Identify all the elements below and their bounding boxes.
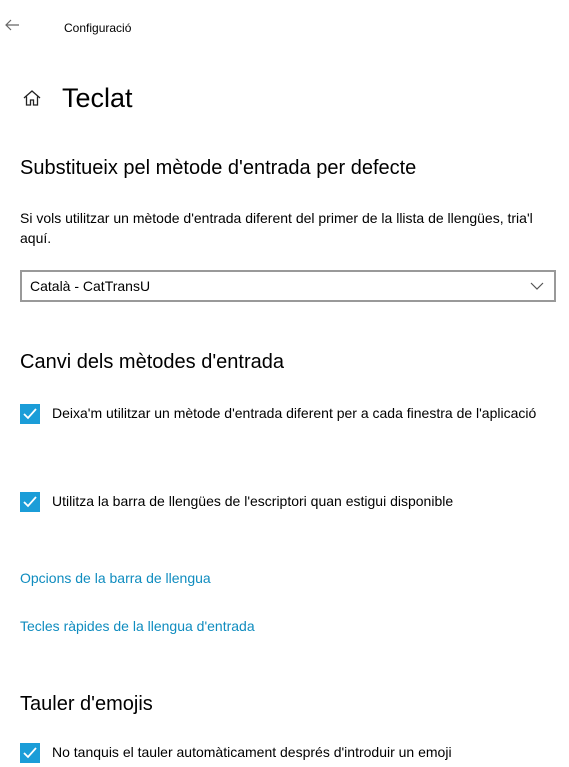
checkmark-icon (23, 408, 37, 420)
back-arrow-icon (4, 18, 26, 32)
override-description: Si vols utilitzar un mètode d'entrada di… (20, 210, 533, 246)
title-bar: Configuració (0, 0, 569, 40)
emoji-panel-checkbox[interactable] (20, 743, 40, 763)
per-app-input-checkbox[interactable] (20, 404, 40, 424)
page-header: Teclat (22, 78, 133, 118)
dropdown-selected-value: Català - CatTransU (30, 278, 151, 294)
input-method-dropdown[interactable]: Català - CatTransU (20, 270, 556, 302)
back-button[interactable] (4, 18, 26, 38)
switching-section-title: Canvi dels mètodes d'entrada (20, 351, 284, 373)
emoji-panel-checkbox-row[interactable]: No tanquis el tauler automàticament desp… (20, 741, 569, 765)
desktop-language-bar-checkbox[interactable] (20, 492, 40, 512)
settings-window: Configuració Teclat Substitueix pel mèto… (0, 0, 569, 767)
page-title: Teclat (62, 83, 133, 113)
chevron-down-icon (530, 280, 544, 292)
desktop-language-bar-label: Utilitza la barra de llengües de l'escri… (52, 493, 454, 509)
home-icon (22, 88, 42, 108)
checkmark-icon (23, 496, 37, 508)
per-app-input-checkbox-row[interactable]: Deixa'm utilitzar un mètode d'entrada di… (20, 402, 569, 448)
language-bar-options-link[interactable]: Opcions de la barra de llengua (20, 568, 211, 588)
app-title: Configuració (64, 21, 132, 35)
input-language-hotkeys-link[interactable]: Tecles ràpides de la llengua d'entrada (20, 616, 255, 636)
per-app-input-label: Deixa'm utilitzar un mètode d'entrada di… (52, 405, 537, 421)
desktop-language-bar-checkbox-row[interactable]: Utilitza la barra de llengües de l'escri… (20, 490, 569, 536)
checkmark-icon (23, 747, 37, 759)
override-section-title: Substitueix pel mètode d'entrada per def… (20, 157, 417, 179)
emoji-panel-label: No tanquis el tauler automàticament desp… (52, 744, 452, 760)
emoji-section-title: Tauler d'emojis (20, 693, 153, 715)
